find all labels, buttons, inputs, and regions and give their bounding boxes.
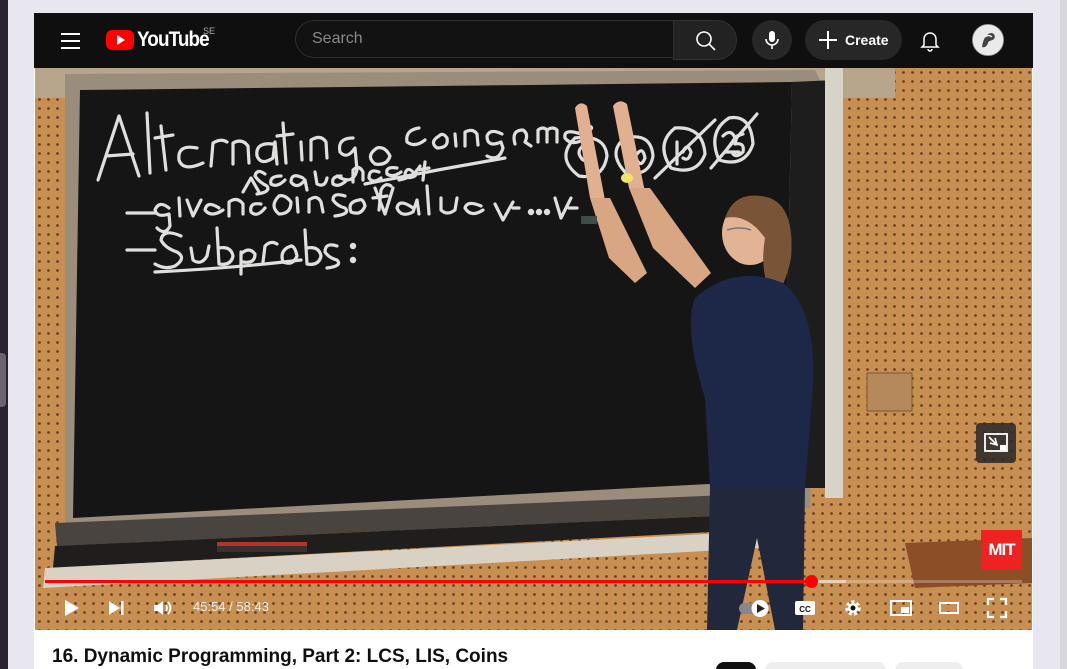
search-icon [696,31,716,51]
theater-mode-icon[interactable] [937,596,961,620]
like-dislike-buttons[interactable] [765,662,886,669]
play-icon[interactable] [59,596,83,620]
search-input[interactable]: Search [295,20,673,58]
search-placeholder: Search [312,30,363,47]
logo-text: YouTube [137,28,210,51]
share-button[interactable] [895,662,963,669]
next-icon[interactable] [104,596,128,620]
subscribe-button[interactable] [716,662,756,669]
progress-bar[interactable] [45,575,1022,588]
create-label: Create [845,32,889,48]
autoplay-toggle-icon[interactable] [737,596,773,620]
bell-icon [920,32,940,52]
search-button[interactable] [673,20,737,60]
voice-search-button[interactable] [752,20,792,60]
video-player[interactable]: MIT 45:54 / 58:43 CC [35,68,1032,630]
duration: 58:43 [236,599,269,614]
video-frame [35,68,1032,630]
create-button[interactable]: Create [805,20,902,60]
country-code: SE [203,26,216,36]
svg-text:CC: CC [799,605,811,614]
desktop-edge [0,0,8,669]
captions-icon[interactable]: CC [793,596,817,620]
settings-icon[interactable] [841,596,865,620]
avatar[interactable] [972,24,1004,56]
channel-watermark[interactable]: MIT [981,530,1022,570]
page-scrollbar[interactable] [1060,0,1067,669]
menu-icon[interactable] [56,27,84,55]
expand-miniplayer-button[interactable] [976,423,1016,463]
youtube-logo[interactable]: YouTube [106,28,217,52]
plus-icon [816,28,840,52]
masthead: YouTube SE Search Create [34,13,1033,68]
side-panel-handle[interactable] [0,353,6,407]
volume-icon[interactable] [151,596,175,620]
current-time: 45:54 [193,599,226,614]
time-separator: / [225,599,237,614]
microphone-icon [765,31,779,49]
scrubber-handle[interactable] [804,575,818,588]
youtube-page: YouTube SE Search Create MIT 45:54 / 58:… [34,13,1033,669]
notifications-button[interactable] [912,22,948,58]
fullscreen-icon[interactable] [985,596,1009,620]
time-display: 45:54 / 58:43 [193,599,269,614]
search-box: Search [295,20,737,60]
youtube-logo-icon [106,30,134,50]
miniplayer-icon[interactable] [889,596,913,620]
avatar-icon [974,26,1002,54]
video-title: 16. Dynamic Programming, Part 2: LCS, LI… [52,646,509,667]
played-bar [45,580,811,583]
miniplayer-expand-icon [984,433,1008,452]
